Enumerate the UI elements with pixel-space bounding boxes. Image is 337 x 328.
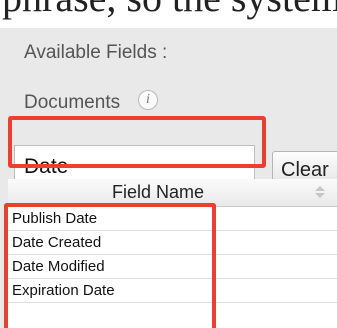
table-row[interactable]: Date Created — [8, 231, 337, 255]
info-icon[interactable]: i — [138, 90, 158, 110]
module-label: Documents — [24, 92, 121, 113]
field-name-header-label: Field Name — [111, 182, 205, 202]
available-fields-label: Available Fields : — [24, 42, 168, 63]
cropped-text-line: phrase, so the system — [2, 0, 337, 21]
field-list-table: Field Name Publish Date Date Created Dat… — [8, 179, 337, 328]
field-name-header[interactable]: Field Name — [8, 179, 337, 207]
table-row[interactable]: Date Modified — [8, 255, 337, 279]
table-row[interactable]: Publish Date — [8, 207, 337, 231]
cropped-document-text: phrase, so the system — [0, 0, 337, 28]
sort-icon[interactable] — [315, 185, 325, 200]
table-row[interactable]: Expiration Date — [8, 279, 337, 303]
